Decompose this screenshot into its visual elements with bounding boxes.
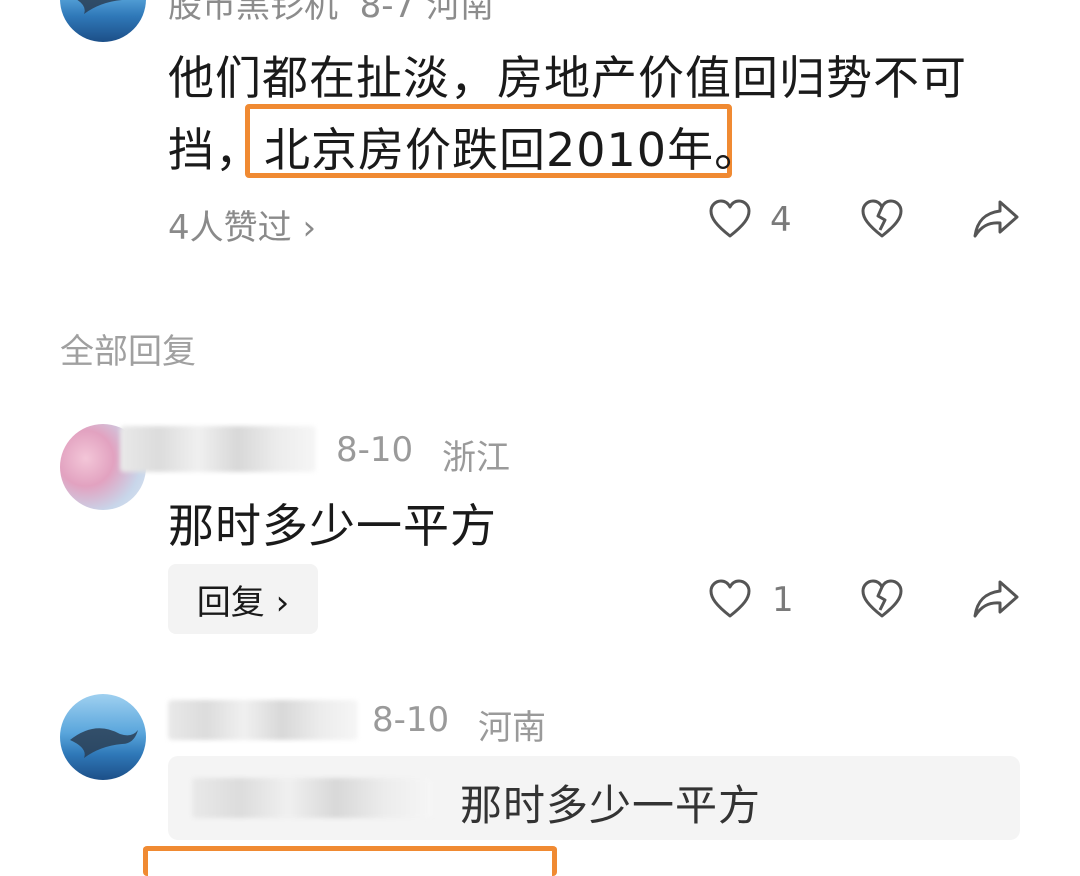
reply-date: 8-10: [372, 700, 450, 740]
dolphin-icon: [77, 0, 122, 14]
quoted-username-blurred: [192, 778, 432, 818]
share-icon[interactable]: [972, 198, 1020, 240]
quoted-text: 那时多少一平方: [460, 781, 762, 830]
reply-location: 河南: [478, 708, 546, 748]
comment-text-line1: 他们都在扯淡，房地产价值回归势不可: [168, 51, 967, 105]
comment-text-highlight: 北京房价跌回2010年。: [264, 123, 762, 177]
broken-heart-icon[interactable]: [860, 578, 904, 620]
like-count: 4: [770, 200, 792, 240]
highlight-box: [143, 846, 557, 876]
like-icon[interactable]: [708, 198, 752, 240]
dolphin-icon: [70, 728, 138, 758]
reply-button[interactable]: 回复 ›: [168, 564, 318, 634]
author-meta: 股市黑钐机 8-7 河南: [168, 0, 494, 27]
reply-text: 那时多少一平方: [168, 499, 497, 553]
reply-date: 8-10: [336, 430, 414, 470]
section-title-all-replies: 全部回复: [60, 332, 196, 372]
avatar[interactable]: [60, 0, 146, 42]
reply-location: 浙江: [442, 438, 510, 478]
avatar[interactable]: [60, 694, 146, 780]
username-blurred[interactable]: [168, 700, 358, 740]
quoted-reply[interactable]: 那时多少一平方: [168, 756, 1020, 840]
like-icon[interactable]: [708, 578, 752, 620]
broken-heart-icon[interactable]: [860, 198, 904, 240]
likes-link[interactable]: 4人赞过 ›: [168, 200, 316, 249]
like-count: 1: [772, 580, 794, 620]
share-icon[interactable]: [972, 578, 1020, 620]
username-blurred[interactable]: [120, 426, 316, 472]
author-name[interactable]: 股市黑钐机: [168, 0, 338, 26]
